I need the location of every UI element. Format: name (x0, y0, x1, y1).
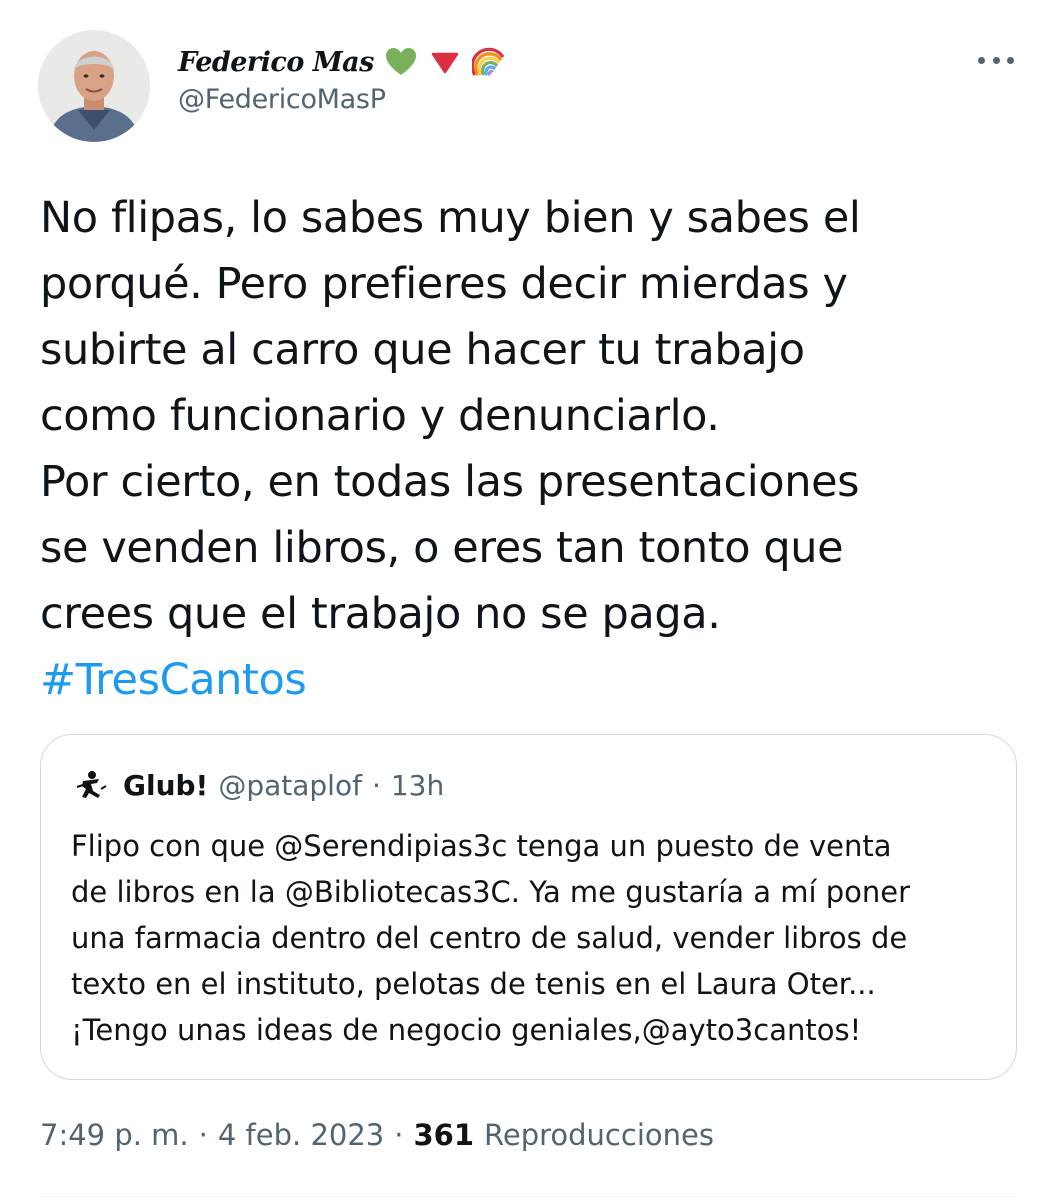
quoted-line: una farmacia dentro del centro de salud,… (71, 921, 908, 955)
more-dot (992, 56, 1000, 64)
tweet-line: porqué. Pero prefieres decir mierdas y (40, 259, 848, 309)
divider (40, 1196, 1016, 1197)
tweet-date[interactable]: 4 feb. 2023 (218, 1118, 384, 1152)
author-avatar-image (38, 30, 150, 142)
separator-dot: · (394, 1118, 404, 1152)
tweet-meta: 7:49 p. m. · 4 feb. 2023 · 361 Reproducc… (40, 1118, 714, 1152)
green-heart-icon (384, 45, 418, 79)
author-display-name[interactable]: Federico Mas (178, 47, 374, 78)
hashtag-link[interactable]: #TresCantos (40, 647, 1030, 713)
more-options-icon[interactable] (978, 50, 1014, 70)
tweet-line: se venden libros, o eres tan tonto que (40, 523, 844, 573)
quoted-line: Flipo con que @Serendipias3c tenga un pu… (71, 829, 892, 863)
tweet-line: subirte al carro que hacer tu trabajo (40, 325, 805, 375)
separator-dot: · (198, 1118, 208, 1152)
author-handle[interactable]: @FedericoMasP (178, 84, 386, 115)
separator-dot: · (371, 768, 381, 802)
views-count: 361 (413, 1118, 475, 1152)
tweet-text: No flipas, lo sabes muy bien y sabes el … (40, 185, 1030, 713)
quoted-line: texto en el instituto, pelotas de tenis … (71, 967, 876, 1001)
quoted-tweet-text: Flipo con que @Serendipias3c tenga un pu… (71, 823, 1001, 1053)
quoted-author-name: Glub! (123, 768, 209, 802)
red-triangle-icon (428, 45, 462, 79)
tweet-line: No flipas, lo sabes muy bien y sabes el (40, 193, 861, 243)
quoted-author-avatar-icon (73, 767, 109, 803)
more-dot (978, 56, 985, 64)
tweet-line: crees que el trabajo no se paga. (40, 589, 721, 639)
author-name-row: Federico Mas (178, 40, 506, 84)
quoted-tweet-time: 13h (390, 768, 445, 802)
quoted-tweet-header: Glub! @pataplof · 13h (73, 767, 444, 803)
tweet-line: Por cierto, en todas las presentaciones (40, 457, 860, 507)
quoted-author-handle: @pataplof (218, 768, 362, 802)
author-avatar[interactable] (38, 30, 150, 142)
views-label: Reproducciones (484, 1118, 714, 1152)
quoted-line: ¡Tengo unas ideas de negocio geniales,@a… (71, 1013, 862, 1047)
tweet-time[interactable]: 7:49 p. m. (40, 1118, 189, 1152)
rainbow-icon (471, 45, 506, 79)
quoted-tweet-card[interactable]: Glub! @pataplof · 13h Flipo con que @Ser… (40, 734, 1017, 1080)
tweet-line: como funcionario y denunciarlo. (40, 391, 720, 441)
more-dot (1007, 56, 1014, 64)
quoted-line: de libros en la @Bibliotecas3C. Ya me gu… (71, 875, 911, 909)
